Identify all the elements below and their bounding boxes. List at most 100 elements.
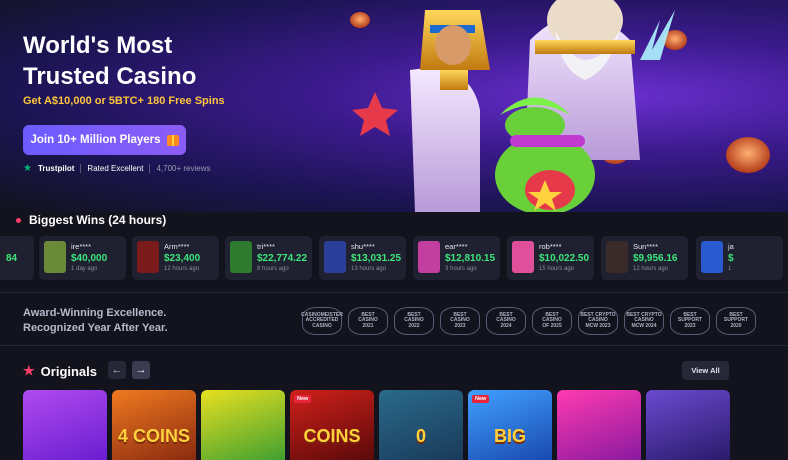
trust-review-count: 4,700+ reviews [156, 164, 211, 173]
game-thumbnail [701, 241, 723, 273]
win-amount: $13,031.25 [351, 253, 402, 264]
win-card[interactable]: Arm**** $23,400 12 hours ago [132, 236, 219, 280]
originals-game-grid: 4 COINS New COINS 0 New BIG [23, 390, 788, 460]
biggest-wins-carousel[interactable]: 84 ire**** $40,000 1 day ago Arm**** $23,400… [0, 236, 788, 280]
win-amount: 84 [6, 253, 18, 264]
win-card[interactable]: ire**** $40,000 1 day ago [39, 236, 126, 280]
win-username: Arm**** [164, 242, 190, 251]
awards-line2: Recognized Year After Year. [23, 322, 168, 334]
win-time: 1 day ago [71, 266, 98, 272]
hero-artwork [350, 0, 770, 212]
new-badge: New [472, 395, 490, 403]
hero-banner: World's Most Trusted Casino Get A$10,000… [0, 0, 788, 212]
arrow-right-icon: → [135, 364, 147, 376]
win-card[interactable]: ja $1 [696, 236, 783, 280]
game-thumbnail [512, 241, 534, 273]
hero-title: World's Most Trusted Casino [23, 30, 253, 92]
award-badge-text: OF 2025 [542, 322, 562, 329]
win-card[interactable]: shu**** $13,031.25 13 hours ago [319, 236, 406, 280]
awards-line1: Award-Winning Excellence. [23, 307, 167, 319]
win-amount: $12,810.15 [445, 253, 496, 264]
win-time: 8 hours ago [257, 266, 289, 272]
trust-separator [149, 164, 151, 173]
win-amount: $ [728, 253, 734, 264]
game-tile-title: 4 COINS [117, 426, 191, 446]
award-badge-text: 2023 [684, 322, 696, 329]
live-dot-icon [16, 217, 21, 223]
win-time: 3 hours ago [445, 266, 477, 272]
game-thumbnail [44, 241, 66, 273]
award-badge: BEST SUPPORT 2023 [670, 307, 710, 335]
win-amount: $9,956.16 [633, 253, 678, 264]
trustpilot-brand: Trustpilot [37, 164, 75, 173]
award-badge: BEST SUPPORT 2020 [716, 307, 756, 335]
award-badge: BEST CASINO 2022 [394, 307, 434, 335]
game-tile-title: COINS [303, 426, 361, 446]
star-icon: ★ [23, 363, 35, 378]
win-username: ire**** [71, 242, 92, 251]
win-time: 13 hours ago [351, 266, 387, 272]
biggest-wins-title: Biggest Wins (24 hours) [29, 213, 167, 227]
win-card[interactable]: ear**** $12,810.15 3 hours ago [413, 236, 500, 280]
award-badge: BEST CASINO 2024 [486, 307, 526, 335]
award-badges: CASINOMEISTER ACCREDITED CASINO BEST CASINO 2… [301, 307, 756, 335]
game-thumbnail [230, 241, 252, 273]
trustpilot-star-icon: ★ [23, 163, 32, 174]
win-card[interactable]: Sun**** $9,956.16 12 hours ago [601, 236, 688, 280]
originals-heading: ★ Originals [23, 363, 97, 379]
win-username: Sun**** [633, 242, 659, 251]
game-tile[interactable] [646, 390, 730, 460]
win-time: 12 hours ago [633, 266, 669, 272]
trust-rating-text: Rated Excellent [87, 164, 144, 173]
award-badge-text: 2024 [500, 322, 512, 329]
win-amount: $10,022.50 [539, 253, 590, 264]
biggest-wins-heading: Biggest Wins (24 hours) [16, 213, 166, 227]
game-tile[interactable]: 4 COINS [112, 390, 196, 460]
win-time: 12 hours ago [164, 266, 200, 272]
win-username: rob**** [539, 242, 562, 251]
originals-title: Originals [40, 363, 98, 379]
award-badge-text: CASINO [312, 322, 332, 329]
game-tile[interactable]: New BIG [468, 390, 552, 460]
awards-text: Award-Winning Excellence. Recognized Yea… [23, 306, 168, 336]
trustpilot-rating[interactable]: ★ Trustpilot Rated Excellent 4,700+ revi… [23, 163, 210, 174]
win-card[interactable]: 84 [0, 236, 34, 280]
game-thumbnail [606, 241, 628, 273]
game-thumbnail [137, 241, 159, 273]
game-tile[interactable] [201, 390, 285, 460]
game-tile-title: 0 [415, 426, 426, 446]
game-tile[interactable]: New COINS [290, 390, 374, 460]
carousel-next-button[interactable]: → [132, 361, 150, 379]
hero-title-line2: Trusted Casino [23, 63, 197, 90]
game-thumbnail [418, 241, 440, 273]
award-badge-text: 2023 [454, 322, 466, 329]
award-badge: BEST CRYPTO CASINO MCW 2023 [578, 307, 618, 335]
game-tile[interactable]: 0 [379, 390, 463, 460]
award-badge-text: MCW 2024 [631, 322, 657, 329]
view-all-button[interactable]: View All [682, 361, 729, 380]
award-badge-text: 2020 [730, 322, 742, 329]
win-amount: $23,400 [164, 253, 201, 264]
game-tile[interactable] [557, 390, 641, 460]
win-time: 1 [728, 266, 732, 272]
game-tile-title: BIG [493, 426, 526, 446]
join-button[interactable]: Join 10+ Million Players [23, 125, 186, 155]
win-amount: $22,774.22 [257, 253, 308, 264]
award-badge: BEST CASINO OF 2025 [532, 307, 572, 335]
game-tile[interactable] [23, 390, 107, 460]
award-badge: CASINOMEISTER ACCREDITED CASINO [301, 307, 343, 335]
win-card[interactable]: rob**** $10,022.50 15 hours ago [507, 236, 594, 280]
win-time: 15 hours ago [539, 266, 575, 272]
arrow-left-icon: ← [111, 364, 123, 376]
award-badge-text: MCW 2023 [585, 322, 611, 329]
award-badge: BEST CASINO 2021 [348, 307, 388, 335]
award-badge: BEST CASINO 2023 [440, 307, 480, 335]
award-badge-text: 2021 [362, 322, 374, 329]
award-badge-text: 2022 [408, 322, 420, 329]
award-badge: BEST CRYPTO CASINO MCW 2024 [624, 307, 664, 335]
win-card[interactable]: tri**** $22,774.22 8 hours ago [225, 236, 312, 280]
carousel-prev-button[interactable]: ← [108, 361, 126, 379]
win-username: tri**** [257, 242, 275, 251]
hero-title-line1: World's Most [23, 32, 173, 59]
section-divider [0, 345, 788, 346]
